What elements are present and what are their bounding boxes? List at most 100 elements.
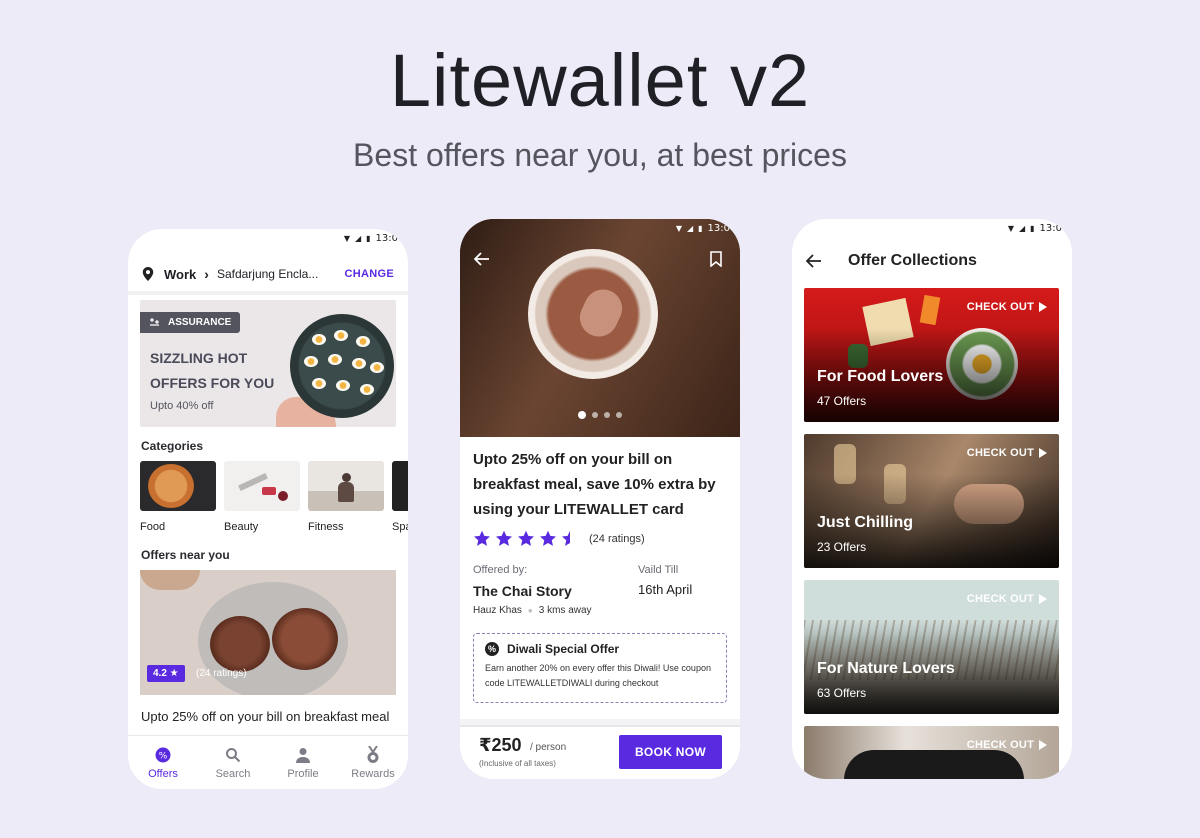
chevron-right-icon: › bbox=[204, 266, 209, 282]
check-out-link[interactable]: CHECK OUT bbox=[967, 447, 1047, 459]
separator-dot: ● bbox=[527, 606, 533, 615]
category-beauty[interactable]: Beauty bbox=[224, 461, 300, 533]
offer-title: Upto 25% off on your bill on breakfast m… bbox=[473, 451, 716, 518]
wifi-icon: ▼ bbox=[1007, 223, 1014, 233]
assurance-badge: ASSURANCE bbox=[140, 312, 241, 333]
price-bar: ₹250 / person (Inclusive of all taxes) B… bbox=[460, 725, 740, 779]
spa-category-image bbox=[392, 461, 408, 511]
collection-card-fitness[interactable]: CHECK OUT bbox=[804, 726, 1059, 779]
bottom-nav: % Offers Search Profile Rewards bbox=[128, 735, 408, 789]
nav-label: Search bbox=[215, 768, 251, 780]
valid-till-date: 16th April bbox=[638, 582, 693, 597]
price: ₹250 bbox=[479, 735, 522, 755]
merchant-name[interactable]: The Chai Story bbox=[473, 583, 572, 599]
collection-title: For Nature Lovers bbox=[817, 660, 955, 677]
category-fitness[interactable]: Fitness bbox=[308, 461, 384, 533]
assurance-icon bbox=[150, 318, 159, 326]
diwali-offer-card: % Diwali Special Offer Earn another 20% … bbox=[473, 633, 727, 703]
banner-subtitle: Upto 40% off bbox=[150, 400, 214, 412]
status-bar: ▼ ◢ ▮ 13:0 bbox=[792, 219, 1072, 237]
wifi-icon: ▼ bbox=[343, 233, 350, 243]
collection-title: Just Chilling bbox=[817, 514, 913, 531]
play-arrow-icon bbox=[1039, 448, 1047, 458]
price-note: (Inclusive of all taxes) bbox=[479, 759, 556, 768]
check-out-link[interactable]: CHECK OUT bbox=[967, 301, 1047, 313]
offer-card-image[interactable]: 4.2 ★ (24 ratings) bbox=[140, 570, 396, 695]
nav-label: Rewards bbox=[351, 768, 395, 780]
book-now-button[interactable]: BOOK NOW bbox=[619, 735, 722, 769]
play-arrow-icon bbox=[1039, 740, 1047, 750]
collection-count: 63 Offers bbox=[817, 686, 867, 700]
change-location-button[interactable]: CHANGE bbox=[345, 268, 394, 280]
status-bar: ▼ ◢ ▮ 13:0 bbox=[128, 229, 408, 247]
star-icon bbox=[474, 530, 490, 546]
location-address: Safdarjung Encla... bbox=[216, 267, 319, 281]
collections-header: Offer Collections bbox=[806, 249, 1062, 273]
carousel-dot[interactable] bbox=[616, 412, 622, 418]
merchant-distance: 3 kms away bbox=[538, 605, 592, 616]
search-icon bbox=[225, 746, 241, 764]
profile-icon bbox=[295, 746, 311, 764]
collection-card-nature[interactable]: CHECK OUT For Nature Lovers 63 Offers bbox=[804, 580, 1059, 714]
bookmark-icon[interactable] bbox=[710, 251, 722, 267]
fitness-category-image bbox=[308, 461, 384, 511]
nav-label: Offers bbox=[148, 768, 178, 780]
collection-count: 23 Offers bbox=[817, 540, 867, 554]
location-bar[interactable]: Work › Safdarjung Encla... CHANGE bbox=[128, 257, 408, 291]
assurance-label: ASSURANCE bbox=[168, 317, 232, 328]
star-row bbox=[473, 530, 579, 547]
star-icon bbox=[518, 530, 534, 546]
rating-stars: (24 ratings) bbox=[473, 530, 645, 547]
svg-text:%: % bbox=[159, 752, 168, 762]
page-subtitle: Best offers near you, at best prices bbox=[353, 137, 847, 173]
signal-icon: ◢ bbox=[354, 233, 362, 243]
category-label: Spa bbox=[392, 521, 408, 533]
wifi-icon: ▼ bbox=[675, 223, 682, 233]
location-pin-icon bbox=[142, 267, 154, 281]
status-time: 13:0 bbox=[375, 232, 398, 244]
promo-banner[interactable]: ASSURANCE SIZZLING HOT OFFERS FOR YOU Up… bbox=[140, 300, 396, 427]
carousel-dots[interactable] bbox=[460, 411, 740, 419]
ratings-count: (24 ratings) bbox=[589, 532, 645, 545]
collection-title: For Food Lovers bbox=[817, 368, 944, 385]
nav-rewards[interactable]: Rewards bbox=[338, 736, 408, 789]
collection-card-food[interactable]: CHECK OUT For Food Lovers 47 Offers bbox=[804, 288, 1059, 422]
offered-by-label: Offered by: bbox=[473, 564, 528, 576]
ratings-count: (24 ratings) bbox=[196, 668, 247, 679]
back-arrow-icon[interactable] bbox=[806, 254, 822, 268]
banner-title: SIZZLING HOT OFFERS FOR YOU bbox=[150, 350, 275, 391]
promo-body: Earn another 20% on every offer this Diw… bbox=[485, 663, 711, 688]
signal-icon: ◢ bbox=[686, 223, 694, 233]
nav-label: Profile bbox=[287, 768, 319, 780]
divider bbox=[128, 291, 408, 295]
back-arrow-icon[interactable] bbox=[474, 252, 490, 266]
carousel-dot[interactable] bbox=[604, 412, 610, 418]
merchant-location: Hauz Khas ● 3 kms away bbox=[473, 605, 592, 616]
category-label: Fitness bbox=[308, 521, 344, 533]
category-spa[interactable]: Spa bbox=[392, 461, 408, 533]
valid-till-label: Vaild Till bbox=[638, 564, 679, 576]
status-time: 13:0 bbox=[707, 222, 730, 234]
collections-title: Offer Collections bbox=[848, 252, 977, 269]
check-out-link[interactable]: CHECK OUT bbox=[967, 739, 1047, 751]
star-icon bbox=[562, 530, 578, 546]
nav-search[interactable]: Search bbox=[198, 736, 268, 789]
nav-profile[interactable]: Profile bbox=[268, 736, 338, 789]
page-title: Litewallet v2 bbox=[389, 39, 811, 122]
carousel-dot[interactable] bbox=[592, 412, 598, 418]
location-tag: Work bbox=[164, 266, 197, 282]
check-out-link[interactable]: CHECK OUT bbox=[967, 593, 1047, 605]
carousel-dot[interactable] bbox=[578, 411, 586, 419]
category-label: Food bbox=[140, 521, 166, 533]
rewards-icon bbox=[365, 746, 381, 764]
offer-title[interactable]: Upto 25% off on your bill on breakfast m… bbox=[141, 707, 396, 727]
status-time: 13:0 bbox=[1039, 222, 1062, 234]
collection-card-chilling[interactable]: CHECK OUT Just Chilling 23 Offers bbox=[804, 434, 1059, 568]
price-unit: / person bbox=[530, 742, 567, 753]
collection-count: 47 Offers bbox=[817, 394, 867, 408]
star-icon bbox=[540, 530, 556, 546]
category-food[interactable]: Food bbox=[140, 461, 216, 533]
promo-title: Diwali Special Offer bbox=[507, 642, 620, 656]
offers-icon: % bbox=[155, 746, 171, 764]
nav-offers[interactable]: % Offers bbox=[128, 736, 198, 789]
